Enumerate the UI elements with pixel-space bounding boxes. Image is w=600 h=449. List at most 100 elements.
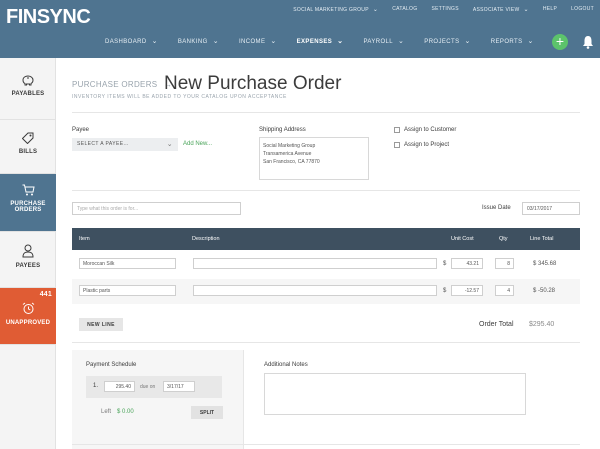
currency-symbol: $ [443,288,447,294]
sidebar-item-label: PAYABLES [11,91,45,97]
nav-label: EXPENSES [296,39,333,45]
nav-label: BANKING [177,39,208,45]
assign-customer-option[interactable]: Assign to Customer [394,127,456,133]
catalog-link[interactable]: CATALOG [392,6,417,13]
chevron-down-icon: ⌄ [212,38,219,45]
chevron-down-icon: ⌄ [372,7,379,13]
page-title: New Purchase Order [164,73,342,94]
sidebar: PAYABLES BILLS PURCHASE ORDERS PAYEES 44… [0,58,56,449]
qty-input[interactable]: 8 [495,258,514,269]
alarm-clock-icon [22,302,34,314]
item-input[interactable]: Plastic parts [79,285,176,296]
unit-cost-input[interactable]: -12.57 [451,285,483,296]
assign-customer-label: Assign to Customer [404,127,457,133]
sidebar-item-label: BILLS [18,149,38,155]
top-nav: SOCIAL MARKETING GROUP ⌄ CATALOG SETTINGS… [293,6,594,13]
breadcrumb-purchase-orders[interactable]: PURCHASE ORDERS [72,80,157,89]
chevron-down-icon: ⌄ [523,7,529,13]
bell-icon[interactable] [582,35,594,49]
piggy-bank-icon [22,75,34,86]
nav-dashboard[interactable]: DASHBOARD ⌄ [95,37,168,45]
description-input[interactable] [193,258,437,269]
issue-date-label: Issue Date [482,205,511,211]
chevron-down-icon: ⌄ [398,38,405,45]
shipping-address-label: Shipping Address [259,127,306,133]
order-total-label: Order Total [479,321,514,328]
main-nav: DASHBOARD ⌄ BANKING ⌄ INCOME ⌄ EXPENSES ⌄ PA… [95,37,544,45]
page-subtitle: INVENTORY ITEMS WILL BE ADDED TO YOUR CA… [72,94,287,100]
payee-select[interactable]: SELECT A PAYEE... ⌄ [72,138,178,151]
split-button[interactable]: SPLIT [191,406,223,419]
nav-income[interactable]: INCOME ⌄ [229,37,287,45]
nav-expenses[interactable]: EXPENSES ⌄ [287,37,354,45]
payment-schedule-row: 1. 295.40 due on 3/17/17 [86,376,222,398]
sidebar-item-purchase-orders[interactable]: PURCHASE ORDERS [0,174,56,232]
help-link[interactable]: HELP [543,6,557,13]
tag-icon [22,132,34,144]
col-line-total: Line Total [530,236,554,242]
address-line: San Francisco, CA 77870 [263,159,320,165]
additional-notes-label: Additional Notes [264,362,308,368]
sidebar-item-unapproved[interactable]: 441 UNAPPROVED [0,288,56,345]
issue-date-input[interactable]: 03/17/2017 [522,202,580,215]
sidebar-item-payees[interactable]: PAYEES [0,232,56,288]
order-total-value: $295.40 [529,321,555,328]
breadcrumb[interactable]: PURCHASE ORDERS → [72,80,172,89]
logout-link[interactable]: LOGOUT [571,6,594,13]
divider [243,350,244,449]
chevron-down-icon: ⌄ [151,38,158,45]
nav-label: PROJECTS [424,39,460,45]
sidebar-item-label: UNAPPROVED [5,320,51,326]
cart-icon [22,184,35,196]
schedule-due-date-input[interactable]: 3/17/17 [163,381,195,392]
left-value: $ 0.00 [117,409,134,415]
finsync-logo[interactable]: FINSYNC [6,6,91,29]
sidebar-item-payables[interactable]: PAYABLES [0,58,56,120]
qty-input[interactable]: 4 [495,285,514,296]
additional-notes-textarea[interactable] [264,373,526,415]
schedule-amount-input[interactable]: 295.40 [104,381,135,392]
nav-label: PAYROLL [363,39,394,45]
settings-link[interactable]: SETTINGS [431,6,458,13]
nav-label: INCOME [238,39,266,45]
order-memo-input[interactable]: Type what this order is for... [72,202,241,215]
sidebar-item-label-line2: ORDERS [14,207,42,213]
payee-select-value: SELECT A PAYEE... [77,141,129,147]
shipping-address-field[interactable]: Social Marketing Group Transamerica Aven… [259,137,369,180]
item-input[interactable]: Moroccan Silk [79,258,176,269]
divider [72,342,580,343]
nav-payroll[interactable]: PAYROLL ⌄ [353,37,414,45]
description-input[interactable] [193,285,437,296]
new-line-button[interactable]: NEW LINE [79,318,123,331]
payment-schedule-label: Payment Schedule [86,362,137,368]
account-switcher[interactable]: SOCIAL MARKETING GROUP ⌄ [293,6,378,13]
assign-project-option[interactable]: Assign to Project [394,142,449,148]
sidebar-item-bills[interactable]: BILLS [0,120,56,174]
unit-cost-input[interactable]: 43.21 [451,258,483,269]
associate-view-label: ASSOCIATE VIEW [472,7,520,13]
col-qty: Qty [499,236,508,242]
address-line: Transamerica Avenue [263,151,312,157]
assign-project-label: Assign to Project [404,142,450,148]
line-total: $ -50.28 [533,288,556,294]
divider [72,190,580,191]
app-header: FINSYNC SOCIAL MARKETING GROUP ⌄ CATALOG … [0,0,600,58]
chevron-down-icon: ⌄ [337,38,344,45]
chevron-down-icon: ⌄ [527,38,534,45]
col-unit-cost: Unit Cost [451,236,474,242]
nav-reports[interactable]: REPORTS ⌄ [481,37,544,45]
nav-banking[interactable]: BANKING ⌄ [168,37,229,45]
left-label: Left [101,409,112,415]
divider [72,444,580,445]
col-description: Description [192,236,220,242]
chevron-down-icon: ⌄ [166,141,173,148]
add-new-payee-link[interactable]: Add New... [183,141,212,147]
nav-projects[interactable]: PROJECTS ⌄ [414,37,480,45]
associate-view-menu[interactable]: ASSOCIATE VIEW ⌄ [473,6,529,13]
due-on-label: due on [140,384,156,390]
line-total: $ 345.68 [533,261,557,267]
sidebar-item-label: PAYEES [15,263,41,269]
quick-add-button[interactable]: + [552,34,568,50]
assign-customer-checkbox[interactable] [394,127,400,133]
assign-project-checkbox[interactable] [394,142,400,148]
